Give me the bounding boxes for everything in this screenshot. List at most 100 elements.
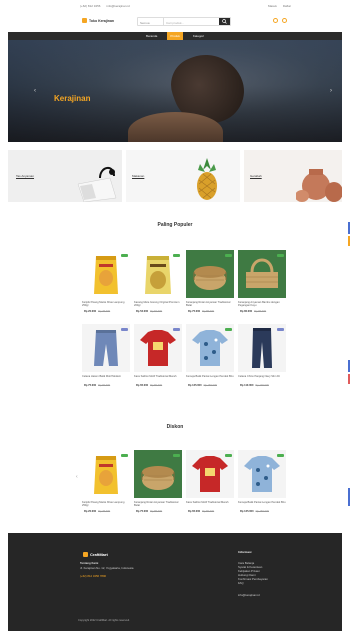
product-image[interactable] [186,250,234,298]
product-image[interactable] [186,450,234,498]
product-image[interactable] [134,250,182,298]
product-name[interactable]: Kaos Sablon Motif Tradisional Merah [186,501,234,509]
product-name[interactable]: Keripik Pisang Manis Khas Lampung 250gr [82,301,130,309]
discount-badge [277,454,284,457]
footer-about-title: Tentang Kami [80,561,99,565]
login-link[interactable]: Masuk [268,4,277,8]
wishlist-icon[interactable] [273,18,278,23]
pineapple-image [197,158,217,200]
email-text: info@kerajinan.id [106,4,130,8]
product-name[interactable]: Celana Harem Batik Motif Modern [82,375,130,383]
price-new: Rp 125.000 [240,510,254,513]
price-new: Rp 65.000 [188,510,201,513]
product-card[interactable]: Kacang Mete Goreng Original Premium 200g… [134,250,182,313]
product-name[interactable]: Keranjang Rotan Anyaman Tradisional Bula… [186,301,234,309]
footer-link[interactable]: FAQ [238,581,244,585]
product-name[interactable]: Kemeja Batik Pantai Lengan Pendek Biru [186,375,234,383]
price-old: Rp 80.000 [150,384,163,387]
price-old: Rp 130.000 [255,384,269,387]
logo-icon [82,18,87,23]
discount-badge [225,254,232,257]
product-card[interactable]: Keranjang Rotan Anyaman Tradisional Bula… [186,250,234,313]
product-image[interactable] [82,250,130,298]
banner-label: Makanan [132,174,145,178]
banner-food[interactable]: Makanan [126,150,240,202]
product-price: Rp 65.000 Rp 80.000 [186,510,234,513]
register-link[interactable]: Daftar [283,4,291,8]
product-name[interactable]: Keranjang Anyaman Bambu dengan Pegangan … [238,301,286,309]
discount-badge [277,328,284,331]
price-new: Rp 20.000 [84,510,97,513]
carousel-prev-icon[interactable]: ‹ [76,474,78,480]
banner-label: Tas Anyaman [16,174,35,178]
product-card[interactable]: Keranjang Rotan Anyaman Tradisional Bula… [134,450,182,513]
nav-item-products[interactable]: Produk [167,32,183,40]
price-new: Rp 125.000 [188,384,202,387]
product-image[interactable] [134,450,182,498]
nav-item-categories[interactable]: Kategori [191,34,206,38]
price-new: Rp 75.000 [84,384,97,387]
product-card[interactable]: Keripik Pisang Manis Khas Lampung 250gr R… [82,450,130,513]
price-old: Rp 150.000 [255,510,269,513]
banner-bags[interactable]: Tas Anyaman [8,150,122,202]
footer-address: Jl. Kerajinan No. 12, Yogyakarta, Indone… [80,566,134,570]
discount-badge [225,328,232,331]
footer-newsletter: info@kerajinan.id [238,593,260,597]
footer-links-title: Informasi [238,550,252,554]
section-title-popular: Paling Populer [157,222,193,228]
product-name[interactable]: Celana Chino Panjang Navy Slim Fit [238,375,286,383]
discount-badge [173,328,180,331]
discount-badge [225,454,232,457]
product-card[interactable]: Celana Harem Batik Motif Modern Rp 75.000… [82,324,130,387]
product-name[interactable]: Keripik Pisang Manis Khas Lampung 250gr [82,501,130,509]
price-old: Rp 25.000 [98,510,111,513]
search-input[interactable]: Cari produk... [164,18,219,25]
site-footer [8,533,342,631]
product-name[interactable]: Kacang Mete Goreng Original Premium 200g… [134,301,182,309]
product-image[interactable] [186,324,234,372]
logo-text: Toko Kerajinan [89,18,115,23]
product-price: Rp 75.000 Rp 85.000 [134,510,182,513]
product-name[interactable]: Keranjang Rotan Anyaman Tradisional Bula… [134,501,182,509]
product-image[interactable] [82,324,130,372]
product-price: Rp 20.000 Rp 25.000 [82,510,130,513]
search-category-select[interactable]: Semua [138,18,164,25]
search-bar: Semua Cari produk... [137,17,231,26]
footer-logo[interactable]: CraftMart [83,552,108,557]
site-logo[interactable]: Toko Kerajinan [82,18,114,23]
product-image[interactable] [82,450,130,498]
price-new: Rp 20.000 [84,310,97,313]
bag-image [77,167,117,202]
product-name[interactable]: Kaos Sablon Motif Tradisional Merah [134,375,182,383]
price-new: Rp 65.000 [136,384,149,387]
product-card[interactable]: Celana Chino Panjang Navy Slim Fit Rp 110… [238,324,286,387]
hero-next-arrow-icon[interactable]: › [330,88,332,94]
product-name[interactable]: Kemeja Batik Pantai Lengan Pendek Biru [238,501,286,509]
site-header: Toko Kerajinan Semua Cari produk... [0,12,350,32]
cart-icon[interactable] [282,18,287,23]
product-image[interactable] [238,450,286,498]
discount-badge [121,328,128,331]
price-old: Rp 85.000 [202,310,215,313]
hero-prev-arrow-icon[interactable]: ‹ [34,88,36,94]
nav-item-home[interactable]: Beranda [144,34,159,38]
banner-pottery[interactable]: Gerabah [244,150,342,202]
price-new: Rp 75.000 [136,510,149,513]
product-card[interactable]: Kaos Sablon Motif Tradisional Merah Rp 65… [186,450,234,513]
product-price: Rp 110.000 Rp 130.000 [238,384,286,387]
product-image[interactable] [238,250,286,298]
price-old: Rp 90.000 [98,384,111,387]
discount-badge [277,254,284,257]
product-card[interactable]: Kaos Sablon Motif Tradisional Merah Rp 65… [134,324,182,387]
product-card[interactable]: Kemeja Batik Pantai Lengan Pendek Biru Rp… [238,450,286,513]
product-card[interactable]: Keranjang Anyaman Bambu dengan Pegangan … [238,250,286,313]
product-image[interactable] [238,324,286,372]
price-new: Rp 52.000 [136,310,149,313]
product-card[interactable]: Keripik Pisang Manis Khas Lampung 250gr R… [82,250,130,313]
footer-logo-icon [83,552,88,557]
search-button[interactable] [219,18,230,25]
discount-badge [121,254,128,257]
product-card[interactable]: Kemeja Batik Pantai Lengan Pendek Biru Rp… [186,324,234,387]
phone-text: (+62) 812 3456 [80,4,101,8]
product-image[interactable] [134,324,182,372]
